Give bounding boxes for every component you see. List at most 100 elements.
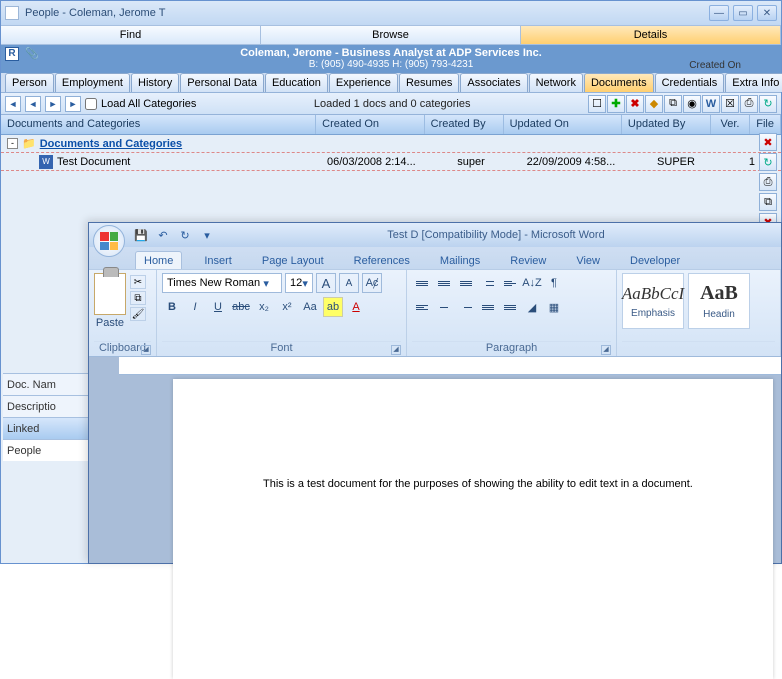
shading-button[interactable]: ◢ (522, 297, 542, 317)
justify-button[interactable] (478, 297, 498, 317)
subtab-person[interactable]: Person (5, 73, 54, 92)
side-refresh[interactable]: ↻ (759, 153, 777, 171)
qat-save[interactable]: 💾 (133, 227, 149, 243)
tb-dup[interactable]: ⧉ (664, 95, 682, 113)
subtab-personal-data[interactable]: Personal Data (180, 73, 264, 92)
highlight-button[interactable]: ab (323, 297, 343, 317)
nav-first[interactable]: ◄ (5, 96, 21, 112)
changecase-button[interactable]: Aa (300, 297, 320, 317)
qat-undo[interactable]: ↶ (155, 227, 171, 243)
table-row[interactable]: W Test Document 06/03/2008 2:14... super… (1, 153, 781, 171)
tb-new[interactable]: ☐ (588, 95, 606, 113)
superscript-button[interactable]: x² (277, 297, 297, 317)
rtab-home[interactable]: Home (135, 251, 182, 269)
maximize-button[interactable]: ▭ (733, 5, 753, 21)
nav-last[interactable]: ► (65, 96, 81, 112)
load-all-checkbox[interactable] (85, 98, 97, 110)
rtab-review[interactable]: Review (502, 252, 554, 269)
numbering-button[interactable] (434, 273, 454, 293)
multilevel-button[interactable] (456, 273, 476, 293)
nav-prev[interactable]: ◄ (25, 96, 41, 112)
tb-x1[interactable]: ☒ (721, 95, 739, 113)
tree-root-row[interactable]: - 📁 Documents and Categories (1, 135, 781, 153)
shrink-font-button[interactable]: A (339, 273, 359, 293)
inc-indent-button[interactable] (500, 273, 520, 293)
copy-button[interactable]: ⧉ (130, 291, 146, 305)
subtab-extra-info[interactable]: Extra Info (725, 73, 782, 92)
side-copy[interactable]: ⧉ (759, 193, 777, 211)
linespacing-button[interactable] (500, 297, 520, 317)
font-dialog-launcher[interactable]: ◢ (391, 345, 401, 355)
showmarks-button[interactable]: ¶ (544, 273, 564, 293)
grow-font-button[interactable]: A (316, 273, 336, 293)
align-left-button[interactable] (412, 297, 432, 317)
dec-indent-button[interactable] (478, 273, 498, 293)
subtab-associates[interactable]: Associates (460, 73, 527, 92)
clipboard-dialog-launcher[interactable]: ◢ (141, 345, 151, 355)
rtab-mailings[interactable]: Mailings (432, 252, 488, 269)
col-docs[interactable]: Documents and Categories (1, 115, 316, 134)
italic-button[interactable]: I (185, 297, 205, 317)
align-center-button[interactable] (434, 297, 454, 317)
paste-button[interactable]: Paste (96, 317, 124, 329)
align-right-button[interactable] (456, 297, 476, 317)
style-heading[interactable]: AaB Headin (688, 273, 750, 329)
tb-refresh[interactable]: ↻ (759, 95, 777, 113)
font-size-combo[interactable]: 12▾ (285, 273, 313, 293)
root-link[interactable]: Documents and Categories (40, 138, 182, 150)
rtab-insert[interactable]: Insert (196, 252, 240, 269)
col-updatedon[interactable]: Updated On (504, 115, 622, 134)
cut-button[interactable]: ✂ (130, 275, 146, 289)
qat-redo[interactable]: ↻ (177, 227, 193, 243)
close-button[interactable]: ✕ (757, 5, 777, 21)
subtab-experience[interactable]: Experience (329, 73, 398, 92)
subscript-button[interactable]: x₂ (254, 297, 274, 317)
tb-add[interactable]: ✚ (607, 95, 625, 113)
rtab-pagelayout[interactable]: Page Layout (254, 252, 332, 269)
side-delete[interactable]: ✖ (759, 133, 777, 151)
borders-button[interactable]: ▦ (544, 297, 564, 317)
subtab-network[interactable]: Network (529, 73, 583, 92)
qat-dropdown[interactable]: ▾ (199, 227, 215, 243)
document-page[interactable]: This is a test document for the purposes… (173, 379, 773, 679)
format-painter-button[interactable]: 🖌 (130, 307, 146, 321)
sort-button[interactable]: A↓Z (522, 273, 542, 293)
col-createdby[interactable]: Created By (425, 115, 504, 134)
subtab-employment[interactable]: Employment (55, 73, 130, 92)
minimize-button[interactable]: — (709, 5, 729, 21)
font-name-combo[interactable]: Times New Roman▾ (162, 273, 282, 293)
fontcolor-button[interactable]: A (346, 297, 366, 317)
style-emphasis[interactable]: AaBbCcI Emphasis (622, 273, 684, 329)
tree-collapse-icon[interactable]: - (7, 138, 18, 149)
ruler[interactable] (119, 357, 781, 375)
tb-word[interactable]: W (702, 95, 720, 113)
underline-button[interactable]: U (208, 297, 228, 317)
tab-details[interactable]: Details (521, 25, 781, 44)
clear-format-button[interactable]: Aȼ (362, 273, 382, 293)
rtab-references[interactable]: References (346, 252, 418, 269)
subtab-credentials[interactable]: Credentials (655, 73, 725, 92)
office-button[interactable] (93, 225, 125, 257)
record-indicator[interactable]: R (5, 47, 19, 61)
para-dialog-launcher[interactable]: ◢ (601, 345, 611, 355)
subtab-history[interactable]: History (131, 73, 179, 92)
tb-lock[interactable]: ◆ (645, 95, 663, 113)
col-createdon[interactable]: Created On (316, 115, 424, 134)
col-updatedby[interactable]: Updated By (622, 115, 711, 134)
rtab-developer[interactable]: Developer (622, 252, 688, 269)
bullets-button[interactable] (412, 273, 432, 293)
tb-delete[interactable]: ✖ (626, 95, 644, 113)
tab-browse[interactable]: Browse (261, 25, 521, 44)
col-file[interactable]: File (750, 115, 781, 134)
paperclip-icon[interactable]: 📎 (25, 47, 39, 60)
tb-camera[interactable]: ◉ (683, 95, 701, 113)
rtab-view[interactable]: View (568, 252, 608, 269)
side-print[interactable]: ⎙ (759, 173, 777, 191)
strike-button[interactable]: abc (231, 297, 251, 317)
subtab-education[interactable]: Education (265, 73, 328, 92)
bold-button[interactable]: B (162, 297, 182, 317)
subtab-documents[interactable]: Documents (584, 73, 654, 92)
col-ver[interactable]: Ver. (711, 115, 751, 134)
tab-find[interactable]: Find (1, 25, 261, 44)
subtab-resumes[interactable]: Resumes (399, 73, 459, 92)
